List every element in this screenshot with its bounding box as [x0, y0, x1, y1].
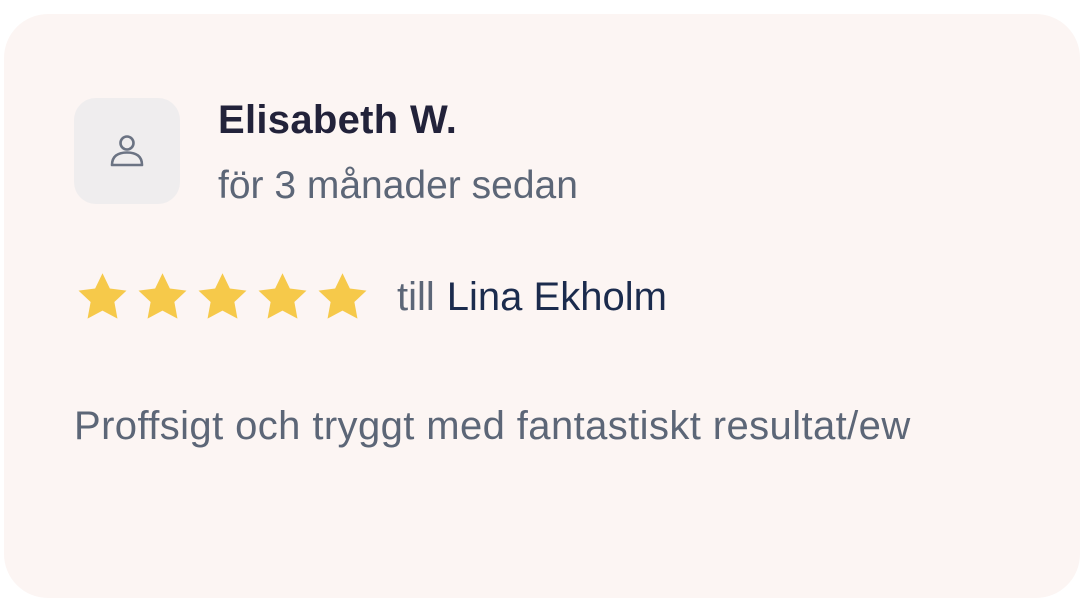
star-icon: [78, 272, 127, 319]
review-date: för 3 månader sedan: [218, 164, 578, 207]
star-rating: [74, 269, 371, 326]
avatar: [74, 98, 180, 204]
rating-row: till Lina Ekholm: [74, 266, 667, 328]
user-icon: [110, 135, 144, 167]
star-icon: [258, 272, 307, 319]
star-icon: [138, 272, 187, 319]
rating-recipient-text: till Lina Ekholm: [397, 275, 667, 320]
review-text: Proffsigt och tryggt med fantastiskt res…: [74, 404, 911, 448]
star-icon: [198, 272, 247, 319]
review-card: Elisabeth W. för 3 månader sedan till Lin…: [4, 14, 1080, 598]
reviewer-name: Elisabeth W.: [218, 98, 458, 142]
till-label: till: [397, 274, 435, 319]
recipient-name[interactable]: Lina Ekholm: [447, 275, 667, 319]
star-icon: [318, 272, 367, 319]
